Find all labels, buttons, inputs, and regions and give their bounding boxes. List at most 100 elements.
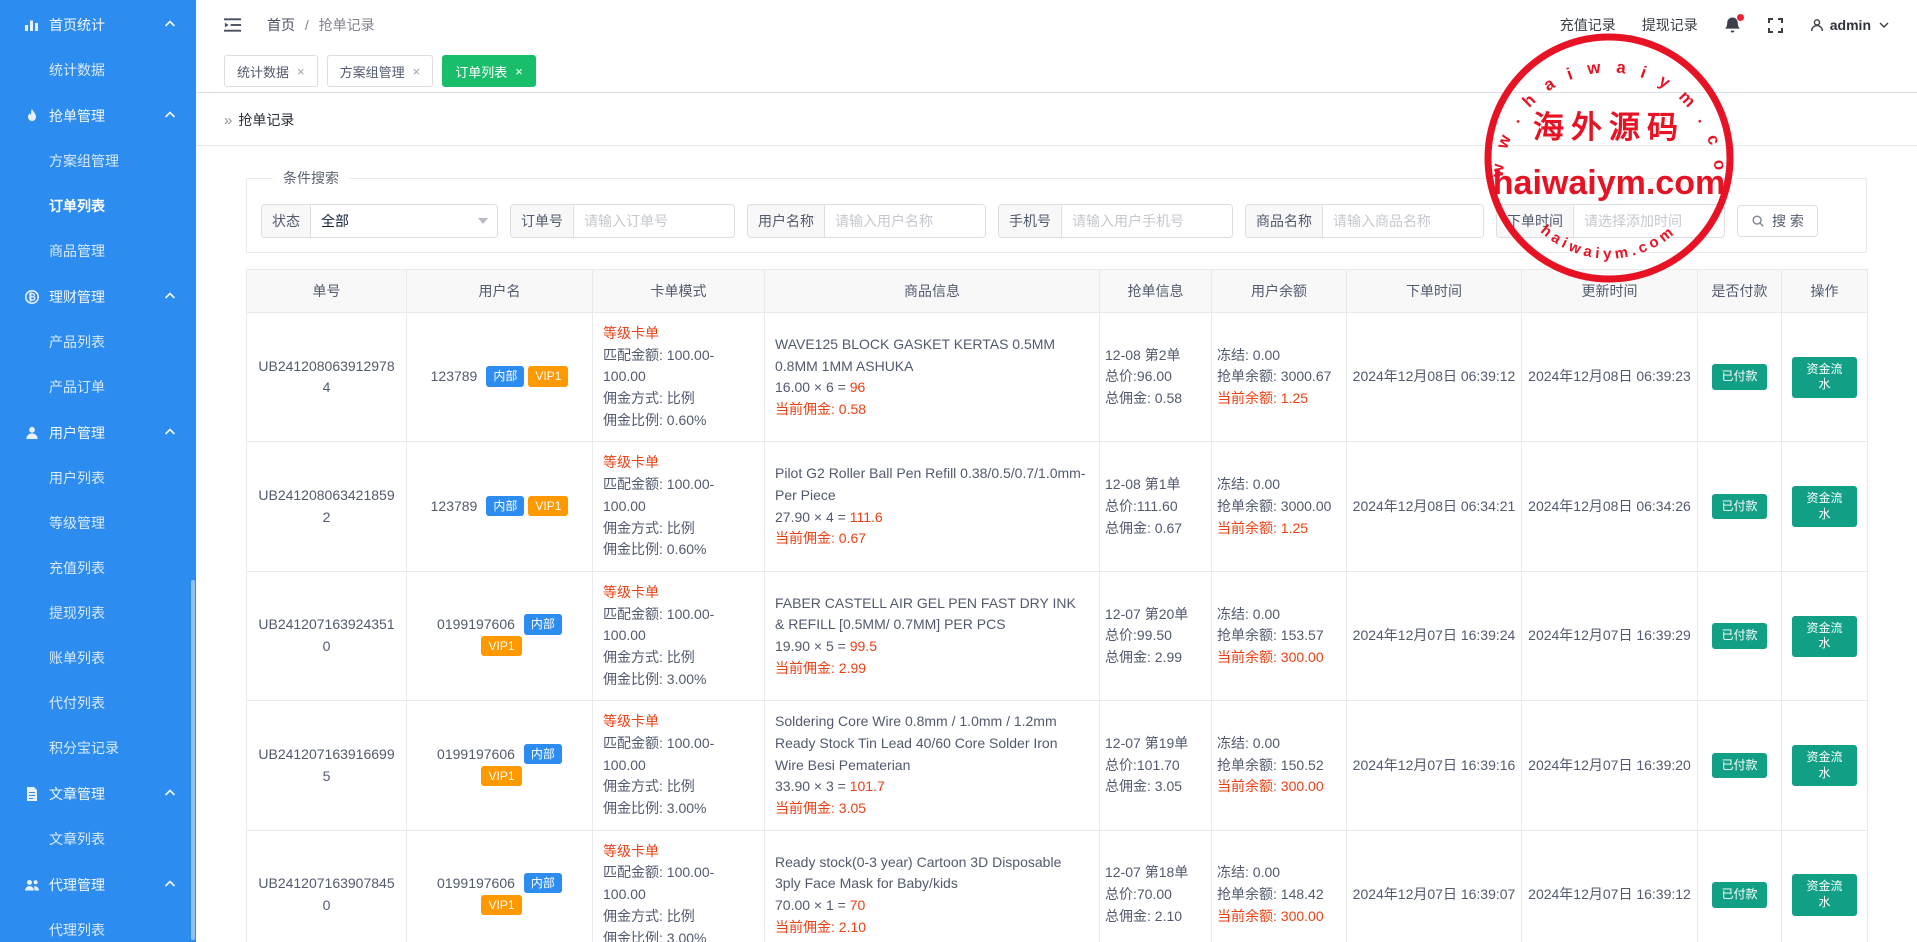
paid-status-badge[interactable]: 已付款 <box>1712 882 1766 908</box>
filter-group-4: 商品名称 <box>1245 204 1484 238</box>
mode-title: 等级卡单 <box>603 711 754 733</box>
tab-close-icon[interactable]: × <box>515 64 523 79</box>
grab-line: 12-08 第2单 <box>1105 345 1206 367</box>
chevron-up-icon <box>164 425 176 441</box>
fund-flow-button[interactable]: 资金流水 <box>1792 486 1857 527</box>
tab-1[interactable]: 方案组管理× <box>327 55 434 87</box>
sidebar-item-1-0[interactable]: 方案组管理 <box>0 139 196 184</box>
grab-line: 总价:111.60 <box>1105 496 1206 518</box>
mode-line: 佣金比例: 3.00% <box>603 798 754 820</box>
recharge-records-link[interactable]: 充值记录 <box>1560 15 1616 35</box>
user-badge-内部: 内部 <box>524 744 562 764</box>
filter-label: 下单时间 <box>1497 205 1574 237</box>
grab-line: 12-08 第1单 <box>1105 474 1206 496</box>
sidebar-item-4-0[interactable]: 文章列表 <box>0 817 196 862</box>
sidebar-scrollbar[interactable] <box>191 580 195 940</box>
filter-input-5[interactable] <box>1574 205 1724 237</box>
filters-row: 状态全部订单号用户名称手机号商品名称下单时间 搜 索 <box>261 204 1852 238</box>
sidebar-section-header-2[interactable]: 理财管理 <box>0 274 196 320</box>
filter-input-4[interactable] <box>1323 205 1483 237</box>
grab-line: 12-07 第20单 <box>1105 604 1206 626</box>
product-commission: 当前佣金: 3.05 <box>775 798 1089 820</box>
paid-status-badge[interactable]: 已付款 <box>1712 623 1766 649</box>
table-row: UB2412080634218592123789内部VIP1等级卡单匹配金额: … <box>247 442 1868 571</box>
username-cell: 123789内部VIP1 <box>407 313 593 442</box>
sidebar-item-5-0[interactable]: 代理列表 <box>0 908 196 942</box>
user-badge-内部: 内部 <box>486 496 524 516</box>
balance-current: 当前余额: 1.25 <box>1217 518 1341 540</box>
sidebar-section-header-1[interactable]: 抢单管理 <box>0 93 196 139</box>
order-time-cell: 2024年12月07日 16:39:24 <box>1347 571 1522 700</box>
order-time-cell: 2024年12月07日 16:39:16 <box>1347 701 1522 830</box>
sidebar: 首页统计统计数据抢单管理方案组管理订单列表商品管理理财管理产品列表产品订单用户管… <box>0 0 196 942</box>
calc-expression: 70.00 × 1 = <box>775 897 850 913</box>
product-info-cell: Soldering Core Wire 0.8mm / 1.0mm / 1.2m… <box>765 701 1100 830</box>
sidebar-item-2-0[interactable]: 产品列表 <box>0 320 196 365</box>
fund-flow-button[interactable]: 资金流水 <box>1792 357 1857 398</box>
sidebar-item-2-1[interactable]: 产品订单 <box>0 365 196 410</box>
filter-input-1[interactable] <box>574 205 734 237</box>
sidebar-section-label: 抢单管理 <box>49 106 164 126</box>
fund-flow-button[interactable]: 资金流水 <box>1792 745 1857 786</box>
breadcrumb-home[interactable]: 首页 <box>267 17 295 33</box>
grab-line: 总价:96.00 <box>1105 366 1206 388</box>
chevron-up-icon <box>164 289 176 305</box>
withdraw-records-link[interactable]: 提现记录 <box>1642 15 1698 35</box>
grab-info-cell: 12-08 第2单总价:96.00总佣金: 0.58 <box>1100 313 1212 442</box>
grab-info-cell: 12-07 第18单总价:70.00总佣金: 2.10 <box>1100 830 1212 942</box>
sidebar-item-3-6[interactable]: 积分宝记录 <box>0 726 196 771</box>
column-header-4: 抢单信息 <box>1100 270 1212 313</box>
sidebar-section-header-0[interactable]: 首页统计 <box>0 2 196 48</box>
sidebar-item-3-3[interactable]: 提现列表 <box>0 591 196 636</box>
username-cell: 0199197606内部VIP1 <box>407 571 593 700</box>
sidebar-item-3-5[interactable]: 代付列表 <box>0 681 196 726</box>
sidebar-section-header-4[interactable]: 文章管理 <box>0 771 196 817</box>
paid-status-badge[interactable]: 已付款 <box>1712 364 1766 390</box>
card: 条件搜索 状态全部订单号用户名称手机号商品名称下单时间 搜 索 单号用户名卡单模… <box>224 168 1889 942</box>
tab-close-icon[interactable]: × <box>297 64 305 79</box>
sidebar-section-label: 理财管理 <box>49 287 164 307</box>
search-button[interactable]: 搜 索 <box>1737 205 1818 237</box>
filter-input-3[interactable] <box>1062 205 1232 237</box>
product-calc: 70.00 × 1 = 70 <box>775 895 1089 917</box>
fund-flow-button[interactable]: 资金流水 <box>1792 616 1857 657</box>
filter-group-1: 订单号 <box>510 204 735 238</box>
status-select[interactable]: 全部 <box>311 205 497 237</box>
sidebar-section-header-5[interactable]: 代理管理 <box>0 862 196 908</box>
balance-line: 冻结: 0.00 <box>1217 474 1341 496</box>
mode-line: 匹配金额: 100.00-100.00 <box>603 604 754 647</box>
sidebar-item-3-0[interactable]: 用户列表 <box>0 456 196 501</box>
grab-line: 总佣金: 0.58 <box>1105 388 1206 410</box>
balance-cell: 冻结: 0.00抢单余额: 3000.67当前余额: 1.25 <box>1212 313 1347 442</box>
sidebar-item-3-4[interactable]: 账单列表 <box>0 636 196 681</box>
sidebar-item-0-0[interactable]: 统计数据 <box>0 48 196 93</box>
notification-bell-icon[interactable] <box>1724 16 1741 34</box>
balance-line: 抢单余额: 150.52 <box>1217 755 1341 777</box>
username-text: 0199197606 <box>437 746 515 762</box>
fund-flow-button[interactable]: 资金流水 <box>1792 874 1857 915</box>
sidebar-menu: 首页统计统计数据抢单管理方案组管理订单列表商品管理理财管理产品列表产品订单用户管… <box>0 0 196 942</box>
sidebar-item-1-1[interactable]: 订单列表 <box>0 184 196 229</box>
action-cell: 资金流水 <box>1782 701 1868 830</box>
paid-status-badge[interactable]: 已付款 <box>1712 753 1766 779</box>
filter-input-2[interactable] <box>825 205 985 237</box>
tab-2[interactable]: 订单列表× <box>442 55 536 87</box>
sidebar-item-3-1[interactable]: 等级管理 <box>0 501 196 546</box>
paid-status-badge[interactable]: 已付款 <box>1712 494 1766 520</box>
update-time-cell: 2024年12月07日 16:39:20 <box>1522 701 1698 830</box>
balance-cell: 冻结: 0.00抢单余额: 148.42当前余额: 300.00 <box>1212 830 1347 942</box>
calc-expression: 33.90 × 3 = <box>775 778 850 794</box>
fullscreen-icon[interactable] <box>1767 17 1784 34</box>
user-menu[interactable]: admin <box>1810 17 1891 33</box>
grab-line: 总价:70.00 <box>1105 884 1206 906</box>
collapse-menu-icon[interactable] <box>224 17 243 33</box>
tab-close-icon[interactable]: × <box>413 64 421 79</box>
search-legend: 条件搜索 <box>273 168 349 188</box>
tab-0[interactable]: 统计数据× <box>224 55 318 87</box>
column-header-3: 商品信息 <box>765 270 1100 313</box>
topbar: 首页 / 抢单记录 充值记录 提现记录 admin <box>196 0 1917 50</box>
sidebar-item-1-2[interactable]: 商品管理 <box>0 229 196 274</box>
sidebar-section-header-3[interactable]: 用户管理 <box>0 410 196 456</box>
chevron-down-icon <box>1877 18 1891 32</box>
sidebar-item-3-2[interactable]: 充值列表 <box>0 546 196 591</box>
